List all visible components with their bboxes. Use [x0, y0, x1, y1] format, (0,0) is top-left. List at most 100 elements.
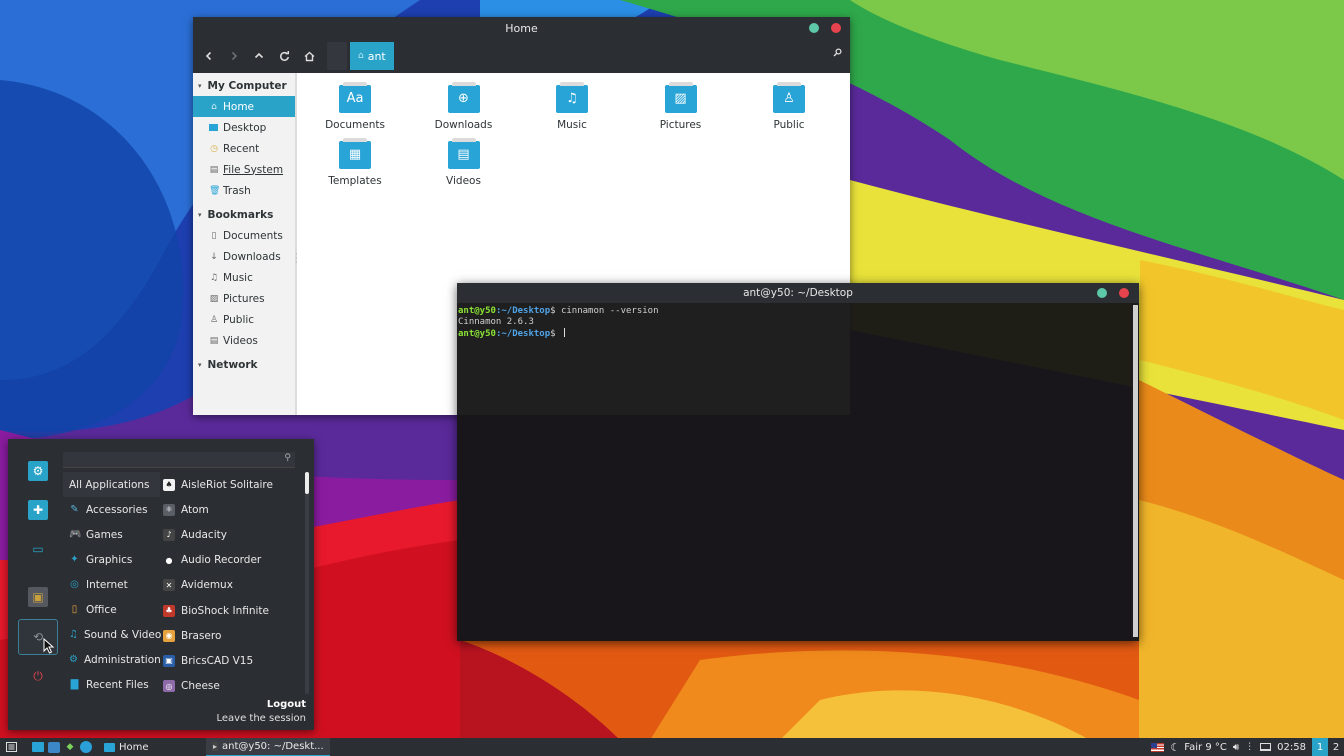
category-all-applications[interactable]: All Applications [63, 472, 160, 497]
favorite-software[interactable]: ✚ [18, 492, 58, 528]
sidebar-section-header[interactable]: ▾ My Computer [193, 75, 295, 96]
folder-videos[interactable]: ▤ Videos [414, 138, 514, 187]
search-input[interactable]: ⚲ [63, 452, 295, 468]
favorite-power[interactable]: ⏻ [18, 658, 58, 694]
app-item-avidemux[interactable]: ✕ Avidemux [163, 573, 303, 598]
app-item-bricscad-v15[interactable]: ▣ BricsCAD V15 [163, 648, 303, 673]
volume-icon[interactable]: 🔊︎ [1233, 742, 1239, 753]
app-item-audacity[interactable]: ♪ Audacity [163, 522, 303, 547]
sidebar-item-music[interactable]: ♫ Music [193, 267, 295, 288]
forward-button[interactable] [223, 44, 245, 68]
terminal-titlebar[interactable]: ant@y50: ~/Desktop [457, 283, 1139, 303]
sidebar-item-file-system[interactable]: ▤ File System [193, 159, 295, 180]
scrollbar-thumb[interactable] [1133, 305, 1138, 637]
sidebar-item-downloads[interactable]: ↓ Downloads [193, 246, 295, 267]
category-office[interactable]: ▯ Office [63, 597, 160, 622]
category-administration[interactable]: ⚙ Administration [63, 647, 161, 672]
category-graphics[interactable]: ✦ Graphics [63, 547, 160, 572]
file-manager-titlebar[interactable]: Home [193, 17, 850, 39]
sidebar-section-header[interactable]: ▾ Network [193, 354, 295, 375]
downloads-folder-icon: ⊕ [447, 82, 480, 113]
terminal-output[interactable]: ant@y50:~/Desktop$ cinnamon --version Cin… [457, 303, 1131, 641]
launcher-telegram[interactable] [78, 738, 94, 756]
app-label: Audio Recorder [181, 554, 262, 567]
application-menu: ⚙ ✚ ▭ ▣ ⟲ ⏻ ⚲ All Applications ✎ Accessories 🎮 Ga… [8, 439, 314, 730]
category-icon: ✎ [70, 504, 79, 515]
workspace-2[interactable]: 2 [1328, 738, 1344, 756]
pictures-folder-icon: ▨ [664, 82, 697, 113]
folder-downloads[interactable]: ⊕ Downloads [414, 82, 514, 131]
favorite-toggle[interactable]: ▭ [18, 531, 58, 567]
app-list-scrollbar[interactable] [305, 472, 309, 694]
app-item-aisleriot-solitaire[interactable]: ♠ AisleRiot Solitaire [163, 472, 303, 497]
breadcrumb-home[interactable]: ⌂ ant [350, 42, 394, 70]
back-button[interactable] [198, 44, 220, 68]
category-icon: 🎮 [69, 529, 82, 540]
microphone-icon: ● [163, 554, 175, 567]
sidebar-item-trash[interactable]: 🗑︎ Trash [193, 180, 295, 201]
folder-music[interactable]: ♫ Music [522, 82, 622, 131]
terminal-line: ant@y50:~/Desktop$ cinnamon --version [458, 306, 1131, 317]
folder-pictures[interactable]: ▨ Pictures [631, 82, 731, 131]
launcher-files[interactable] [30, 738, 46, 756]
folder-documents[interactable]: Aa Documents [305, 82, 405, 131]
sidebar-item-label: Downloads [223, 250, 281, 263]
folder-label: Templates [328, 175, 382, 187]
sidebar-item-home[interactable]: ⌂ Home [193, 96, 295, 117]
category-accessories[interactable]: ✎ Accessories [63, 497, 160, 522]
sidebar-section-header[interactable]: ▾ Bookmarks [193, 204, 295, 225]
up-button[interactable] [248, 44, 270, 68]
breadcrumb-spacer [327, 42, 347, 70]
sidebar-item-recent[interactable]: ◷ Recent [193, 138, 295, 159]
weather-widget[interactable]: ☾ Fair 9 °C [1170, 741, 1226, 754]
sidebar-item-pictures[interactable]: ▨ Pictures [193, 288, 295, 309]
sidebar-item-public[interactable]: ♙ Public [193, 309, 295, 330]
launcher-terminal[interactable]: ◆ [62, 738, 78, 756]
scrollbar-thumb[interactable] [305, 472, 309, 494]
reload-button[interactable] [273, 44, 295, 68]
folder-public[interactable]: ♙ Public [739, 82, 839, 131]
section-label: Network [207, 358, 258, 371]
favorite-screen-lock[interactable]: ▣ [18, 579, 58, 615]
app-item-bioshock-infinite[interactable]: ♣ BioShock Infinite [163, 598, 303, 623]
sidebar-item-label: Recent [223, 142, 260, 155]
avidemux-icon: ✕ [163, 579, 175, 592]
app-item-audio-recorder[interactable]: ● Audio Recorder [163, 548, 303, 573]
terminal-scrollbar[interactable] [1131, 303, 1139, 641]
app-item-brasero[interactable]: ◉ Brasero [163, 623, 303, 648]
sidebar-item-label: Public [223, 313, 255, 326]
maximize-button[interactable] [809, 23, 819, 33]
close-button[interactable] [831, 23, 841, 33]
favorite-settings[interactable]: ⚙ [18, 453, 58, 489]
folder-emblem: ♫ [566, 91, 578, 106]
category-internet[interactable]: ◎ Internet [63, 572, 160, 597]
app-item-atom[interactable]: ⚛ Atom [163, 497, 303, 522]
taskbar-window-terminal[interactable]: ▸ ant@y50: ~/Deskt... [206, 738, 330, 756]
folder-templates[interactable]: ▦ Templates [305, 138, 405, 187]
arrow-right-icon [231, 51, 238, 61]
cards-icon: ♠ [163, 478, 175, 491]
category-sound-video[interactable]: ♫ Sound & Video [63, 622, 161, 647]
workspace-switcher: 1 2 [1312, 738, 1344, 756]
sidebar-item-videos[interactable]: ▤ Videos [193, 330, 295, 351]
category-label: Games [86, 528, 123, 541]
sidebar-item-desktop[interactable]: Desktop [193, 117, 295, 138]
sidebar-item-documents[interactable]: ▯ Documents [193, 225, 295, 246]
us-flag-icon[interactable] [1151, 742, 1165, 752]
moon-icon: ☾ [1170, 740, 1181, 754]
category-recent-files[interactable]: ▇ Recent Files [63, 672, 160, 697]
close-button[interactable] [1119, 288, 1129, 298]
launcher-browser[interactable] [46, 738, 62, 756]
menu-button[interactable] [0, 738, 22, 756]
workspace-1[interactable]: 1 [1312, 738, 1328, 756]
app-item-cheese[interactable]: ◎ Cheese [163, 674, 303, 695]
notifications-icon[interactable]: ⋮ [1245, 742, 1254, 752]
clock[interactable]: 02:58 [1277, 742, 1306, 753]
network-icon[interactable] [1260, 743, 1272, 751]
category-games[interactable]: 🎮 Games [63, 522, 160, 547]
home-button[interactable] [298, 44, 320, 68]
search-button[interactable] [833, 47, 842, 60]
maximize-button[interactable] [1097, 288, 1107, 298]
taskbar-window-home[interactable]: Home [98, 738, 206, 756]
prompt-path: :~/Desktop [495, 329, 551, 339]
